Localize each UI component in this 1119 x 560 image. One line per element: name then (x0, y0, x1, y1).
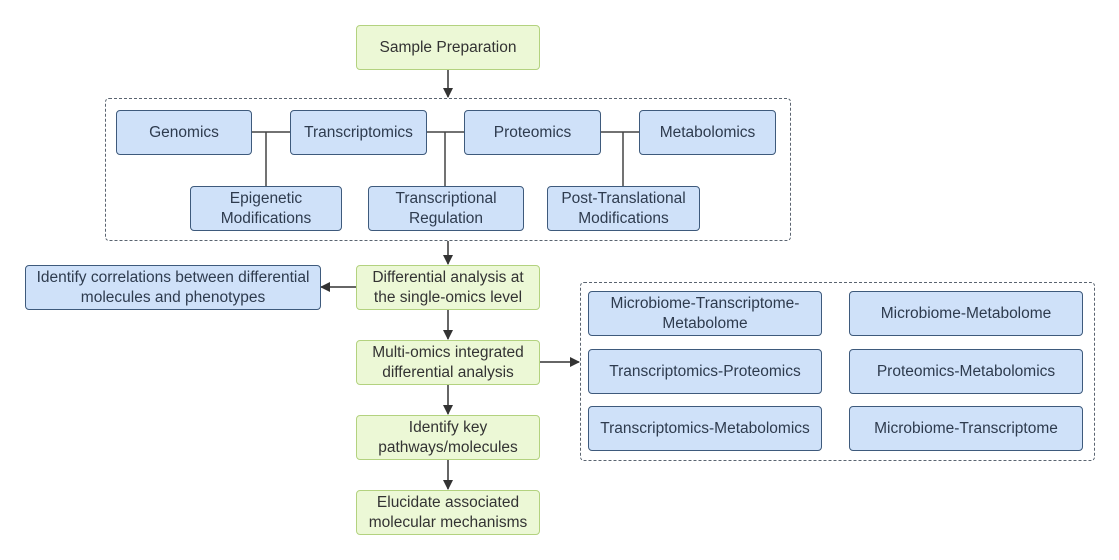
multi-omics-analysis-node: Multi-omics integrated differential anal… (356, 340, 540, 385)
post-translational-modifications-node: Post-Translational Modifications (547, 186, 700, 231)
integration-node: Microbiome-Transcriptome (849, 406, 1083, 451)
key-pathways-node: Identify key pathways/molecules (356, 415, 540, 460)
genomics-node: Genomics (116, 110, 252, 155)
metabolomics-node: Metabolomics (639, 110, 776, 155)
integration-node: Transcriptomics-Proteomics (588, 349, 822, 394)
proteomics-node: Proteomics (464, 110, 601, 155)
integration-node: Microbiome-Metabolome (849, 291, 1083, 336)
correlations-node: Identify correlations between differenti… (25, 265, 321, 310)
integration-node: Microbiome-Transcriptome-Metabolome (588, 291, 822, 336)
integration-node: Transcriptomics-Metabolomics (588, 406, 822, 451)
molecular-mechanisms-node: Elucidate associated molecular mechanism… (356, 490, 540, 535)
transcriptional-regulation-node: Transcriptional Regulation (368, 186, 524, 231)
transcriptomics-node: Transcriptomics (290, 110, 427, 155)
sample-preparation-node: Sample Preparation (356, 25, 540, 70)
single-omics-analysis-node: Differential analysis at the single-omic… (356, 265, 540, 310)
integration-node: Proteomics-Metabolomics (849, 349, 1083, 394)
epigenetic-modifications-node: Epigenetic Modifications (190, 186, 342, 231)
